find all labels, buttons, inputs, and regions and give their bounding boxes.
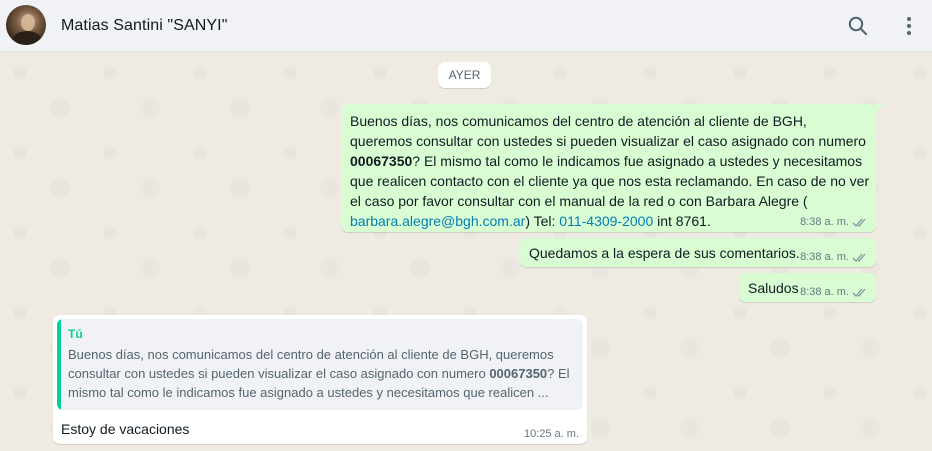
outgoing-message[interactable]: Buenos días, nos comunicamos del centro … (341, 104, 884, 232)
outgoing-message[interactable]: Quedamos a la espera de sus comentarios.… (520, 238, 876, 267)
message-time: 8:38 a. m. (800, 286, 849, 298)
incoming-message[interactable]: Tú Buenos días, nos comunicamos del cent… (53, 315, 587, 444)
message-meta: 8:38 a. m. (800, 216, 868, 228)
contact-name[interactable]: Matias Santini "SANYI" (61, 17, 228, 35)
avatar-shoulders (12, 31, 42, 45)
contact-avatar[interactable] (6, 5, 46, 45)
message-text: Saludos (748, 280, 799, 296)
quote-author: Tú (68, 327, 83, 341)
outgoing-message[interactable]: Saludos 8:38 a. m. (739, 273, 876, 302)
menu-icon[interactable] (897, 14, 921, 38)
double-check-icon (852, 218, 866, 227)
search-icon[interactable] (846, 14, 870, 38)
email-link[interactable]: barbara.alegre@bgh.com.ar (350, 213, 525, 229)
message-text: Quedamos a la espera de sus comentarios. (529, 245, 800, 261)
message-text-part: ? El mismo tal como le indicamos fue asi… (350, 153, 870, 209)
message-meta: 8:38 a. m. (800, 286, 868, 298)
avatar-face (21, 14, 35, 31)
quote-case-number: 00067350 (489, 366, 548, 381)
message-text-part: ) Tel: (525, 213, 560, 229)
message-text-part: int 8761. (653, 213, 711, 229)
quoted-message[interactable]: Tú Buenos días, nos comunicamos del cent… (57, 319, 583, 410)
quote-accent-bar (57, 319, 61, 410)
message-meta: 10:25 a. m. (524, 428, 579, 440)
message-text: Buenos días, nos comunicamos del centro … (350, 111, 870, 231)
double-check-icon (852, 288, 866, 297)
phone-link[interactable]: 011-4309-2000 (559, 213, 653, 229)
message-meta: 8:38 a. m. (800, 251, 868, 263)
message-time: 8:38 a. m. (800, 216, 849, 228)
message-time: 8:38 a. m. (800, 251, 849, 263)
double-check-icon (852, 253, 866, 262)
case-number: 00067350 (350, 153, 413, 169)
date-divider: AYER (438, 62, 491, 88)
message-text: Estoy de vacaciones (61, 421, 190, 437)
message-time: 10:25 a. m. (523, 428, 579, 440)
quote-text: Buenos días, nos comunicamos del centro … (68, 345, 576, 402)
chat-header: Matias Santini "SANYI" (0, 0, 932, 52)
quote-text-part: Buenos días, nos comunicamos del centro … (68, 347, 554, 381)
message-text-part: Buenos días, nos comunicamos del centro … (350, 113, 866, 149)
